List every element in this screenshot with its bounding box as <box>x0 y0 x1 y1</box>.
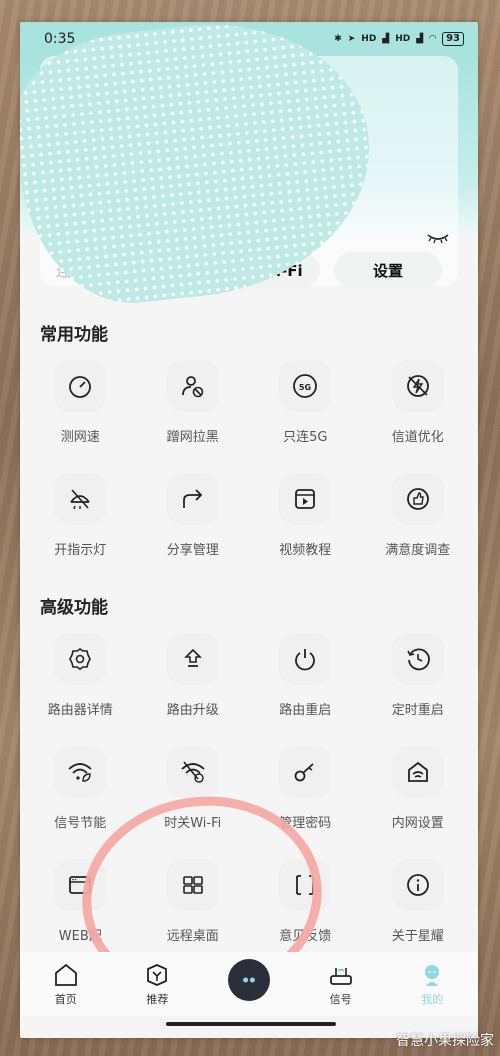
router-signal-icon <box>329 967 352 985</box>
tile-label: 路由重启 <box>279 703 332 718</box>
phone-screen: 0:35 ✱ ➤ HD ▟ HD ▟ ◠ 93 连接设 分享Wi-Fi 设置 常… <box>20 22 478 1038</box>
tile-label: 路由升级 <box>166 703 219 718</box>
nav-home-label: 首页 <box>54 992 77 1006</box>
watermark: 智慧小果探险家 <box>396 1033 494 1049</box>
tile-label: 定时重启 <box>391 703 444 718</box>
tile-signal-saving[interactable]: 信号节能 <box>24 740 137 853</box>
tile-label: 蹭网拉黑 <box>166 430 219 445</box>
video-icon <box>295 489 316 509</box>
tile-video-tutorial[interactable]: 视频教程 <box>249 467 362 580</box>
tile-timed-restart[interactable]: 定时重启 <box>362 627 475 740</box>
tile-5g-only[interactable]: 5G 只连5G <box>249 354 362 467</box>
cell-signal-icon: ▟ <box>416 34 424 44</box>
tile-label: 信号节能 <box>54 816 107 831</box>
nav-signal[interactable]: 信号 <box>295 962 387 1007</box>
tile-label: 测网速 <box>60 430 100 445</box>
recommend-icon <box>147 963 168 986</box>
nav-signal-label: 信号 <box>329 992 352 1006</box>
tile-label: 满意度调查 <box>385 543 451 558</box>
tile-label: 视频教程 <box>279 543 332 558</box>
cell-signal-icon: ▟ <box>382 34 390 44</box>
timer-restart-icon <box>407 648 430 671</box>
share-icon <box>182 489 203 508</box>
svg-text:5G: 5G <box>299 383 311 392</box>
tile-remote-desktop[interactable]: 远程桌面 <box>137 853 250 966</box>
tile-label: 开指示灯 <box>54 543 107 558</box>
status-indicators: ✱ ➤ HD ▟ HD ▟ ◠ 93 <box>334 32 464 46</box>
tile-label: 意见反馈 <box>279 929 332 944</box>
tile-router-upgrade[interactable]: 路由升级 <box>137 627 250 740</box>
tile-feedback[interactable]: 意见反馈 <box>249 853 362 966</box>
location-icon: ➤ <box>347 34 356 44</box>
advanced-functions-title: 高级功能 <box>40 598 108 618</box>
tile-timed-wifi-off[interactable]: 时关Wi-Fi <box>137 740 250 853</box>
5g-icon: 5G <box>293 374 318 398</box>
tile-label: 信道优化 <box>391 430 444 445</box>
advanced-functions-grid: 路由器详情 路由升级 路由重启 定时重启 信号节能 时关Wi-Fi 管理密码 内… <box>24 627 474 966</box>
signal-hd-2: HD <box>395 34 411 44</box>
wifi-leaf-icon <box>68 763 92 782</box>
indicator-light-icon <box>70 489 90 510</box>
nav-home[interactable]: 首页 <box>20 962 112 1007</box>
channel-optimize-icon <box>406 375 429 397</box>
speedometer-icon <box>69 376 92 398</box>
tile-label: 分享管理 <box>166 543 219 558</box>
common-functions-grid: 测网速 蹭网拉黑 5G 只连5G 信道优化 开指示灯 分享管理 视频教程 满意度… <box>24 354 474 580</box>
info-icon <box>406 874 429 896</box>
profile-icon <box>425 964 440 986</box>
home-icon <box>54 963 77 986</box>
tile-about[interactable]: 关于星耀 <box>362 853 475 966</box>
remote-desktop-icon <box>182 876 203 894</box>
wifi-status-icon: ◠ <box>429 34 437 44</box>
tile-satisfaction-survey[interactable]: 满意度调查 <box>362 467 475 580</box>
tile-channel-optimize[interactable]: 信道优化 <box>362 354 475 467</box>
tile-share-manage[interactable]: 分享管理 <box>137 467 250 580</box>
bottom-navigation: 首页 推荐 信号 我的 <box>20 952 478 1016</box>
feedback-icon <box>296 875 315 895</box>
tile-label: WEB配 <box>58 929 102 944</box>
key-icon <box>294 763 314 782</box>
mascot-icon <box>227 959 270 1001</box>
tile-lan-settings[interactable]: 内网设置 <box>362 740 475 853</box>
tile-web-config[interactable]: WEB配 <box>24 853 137 966</box>
status-time: 0:35 <box>44 31 76 47</box>
home-indicator-bar[interactable] <box>166 1022 336 1026</box>
settings-button[interactable]: 设置 <box>334 252 442 288</box>
tile-label: 路由器详情 <box>47 703 113 718</box>
tile-router-details[interactable]: 路由器详情 <box>24 627 137 740</box>
tile-block-users[interactable]: 蹭网拉黑 <box>137 354 250 467</box>
tile-label: 远程桌面 <box>166 929 219 944</box>
thumbs-up-icon <box>406 488 429 510</box>
upgrade-icon <box>183 648 202 667</box>
tile-indicator-light[interactable]: 开指示灯 <box>24 467 137 580</box>
home-network-icon <box>407 761 428 782</box>
tile-label: 关于星耀 <box>391 929 444 944</box>
nav-recommend-label: 推荐 <box>146 992 169 1006</box>
nav-mine[interactable]: 我的 <box>386 962 478 1007</box>
bluetooth-icon: ✱ <box>334 34 342 44</box>
signal-hd-1: HD <box>361 34 377 44</box>
tile-label: 时关Wi-Fi <box>164 816 222 831</box>
tile-label: 只连5G <box>283 430 328 445</box>
tile-admin-password[interactable]: 管理密码 <box>249 740 362 853</box>
nav-mine-label: 我的 <box>421 992 444 1006</box>
user-block-icon <box>181 376 204 398</box>
wifi-timer-icon <box>181 761 205 783</box>
browser-icon <box>69 876 92 894</box>
gear-icon <box>69 648 92 670</box>
tile-label: 管理密码 <box>279 816 332 831</box>
tile-label: 内网设置 <box>391 816 444 831</box>
common-functions-title: 常用功能 <box>40 325 108 345</box>
nav-recommend[interactable]: 推荐 <box>112 962 204 1007</box>
power-icon <box>295 649 316 671</box>
tile-router-restart[interactable]: 路由重启 <box>249 627 362 740</box>
battery-indicator: 93 <box>442 32 464 46</box>
nav-center-mascot[interactable] <box>203 959 295 1001</box>
tile-speed-test[interactable]: 测网速 <box>24 354 137 467</box>
